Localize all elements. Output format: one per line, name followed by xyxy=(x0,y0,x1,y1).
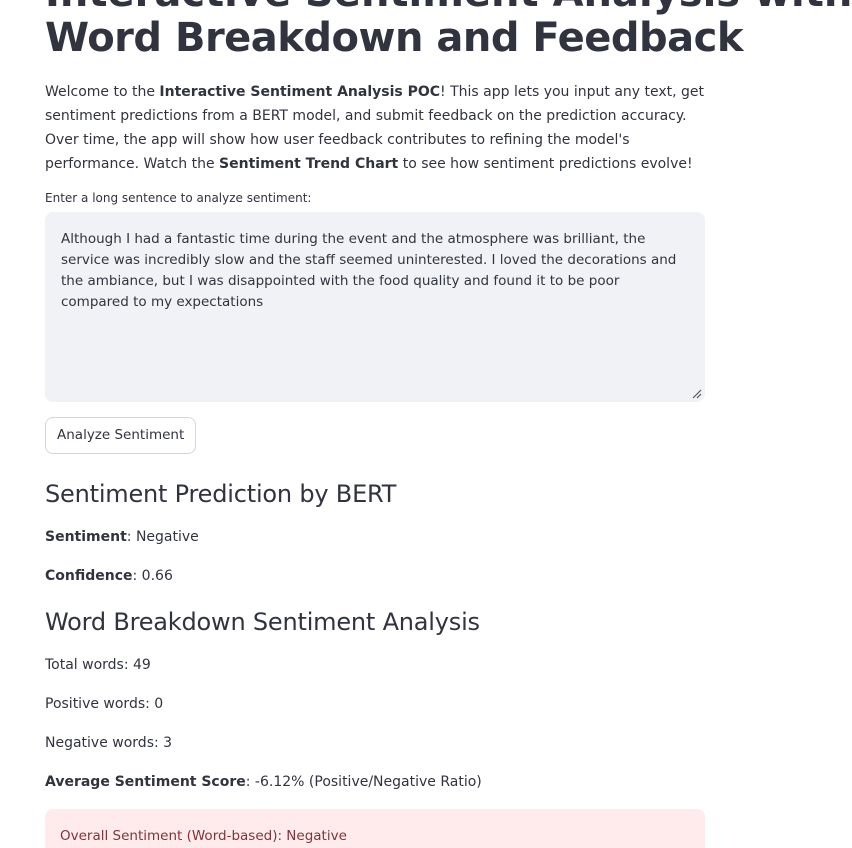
sentence-textarea-value: Although I had a fantastic time during t… xyxy=(61,231,677,310)
intro-chart-name: Sentiment Trend Chart xyxy=(219,156,399,172)
confidence-result: Confidence: 0.66 xyxy=(45,566,705,586)
total-words: Total words: 49 xyxy=(45,657,151,673)
intro-paragraph: Welcome to the Interactive Sentiment Ana… xyxy=(45,80,705,176)
confidence-result-label: Confidence xyxy=(45,568,133,584)
sentiment-result-label: Sentiment xyxy=(45,529,127,545)
resize-handle-icon[interactable] xyxy=(692,389,702,399)
sentiment-result-value: : Negative xyxy=(126,529,199,545)
sentence-textarea[interactable]: Although I had a fantastic time during t… xyxy=(45,212,705,402)
average-sentiment-label: Average Sentiment Score xyxy=(45,774,246,790)
sentiment-result: Sentiment: Negative xyxy=(45,527,705,547)
analyze-sentiment-button[interactable]: Analyze Sentiment xyxy=(45,417,197,454)
text-input-label: Enter a long sentence to analyze sentime… xyxy=(45,191,312,205)
overall-sentiment-alert: Overall Sentiment (Word-based): Negative xyxy=(45,809,705,848)
breakdown-heading: Word Breakdown Sentiment Analysis xyxy=(45,608,480,636)
page-title-line-1: Interactive Sentiment Analysis with xyxy=(45,0,852,14)
confidence-result-value: : 0.66 xyxy=(132,568,173,584)
page-title-line-2: Word Breakdown and Feedback xyxy=(45,15,743,61)
average-sentiment-score: Average Sentiment Score: -6.12% (Positiv… xyxy=(45,772,705,792)
intro-text-1: Welcome to the xyxy=(45,84,160,100)
main-content: Interactive Sentiment Analysis with Word… xyxy=(45,0,852,848)
intro-app-name: Interactive Sentiment Analysis POC xyxy=(159,84,441,100)
negative-words: Negative words: 3 xyxy=(45,735,173,751)
positive-words: Positive words: 0 xyxy=(45,696,164,712)
average-sentiment-value: : -6.12% (Positive/Negative Ratio) xyxy=(245,774,482,790)
intro-text-3: to see how sentiment predictions evolve! xyxy=(398,156,693,172)
app-page: Interactive Sentiment Analysis with Word… xyxy=(0,0,852,848)
prediction-heading: Sentiment Prediction by BERT xyxy=(45,480,397,508)
